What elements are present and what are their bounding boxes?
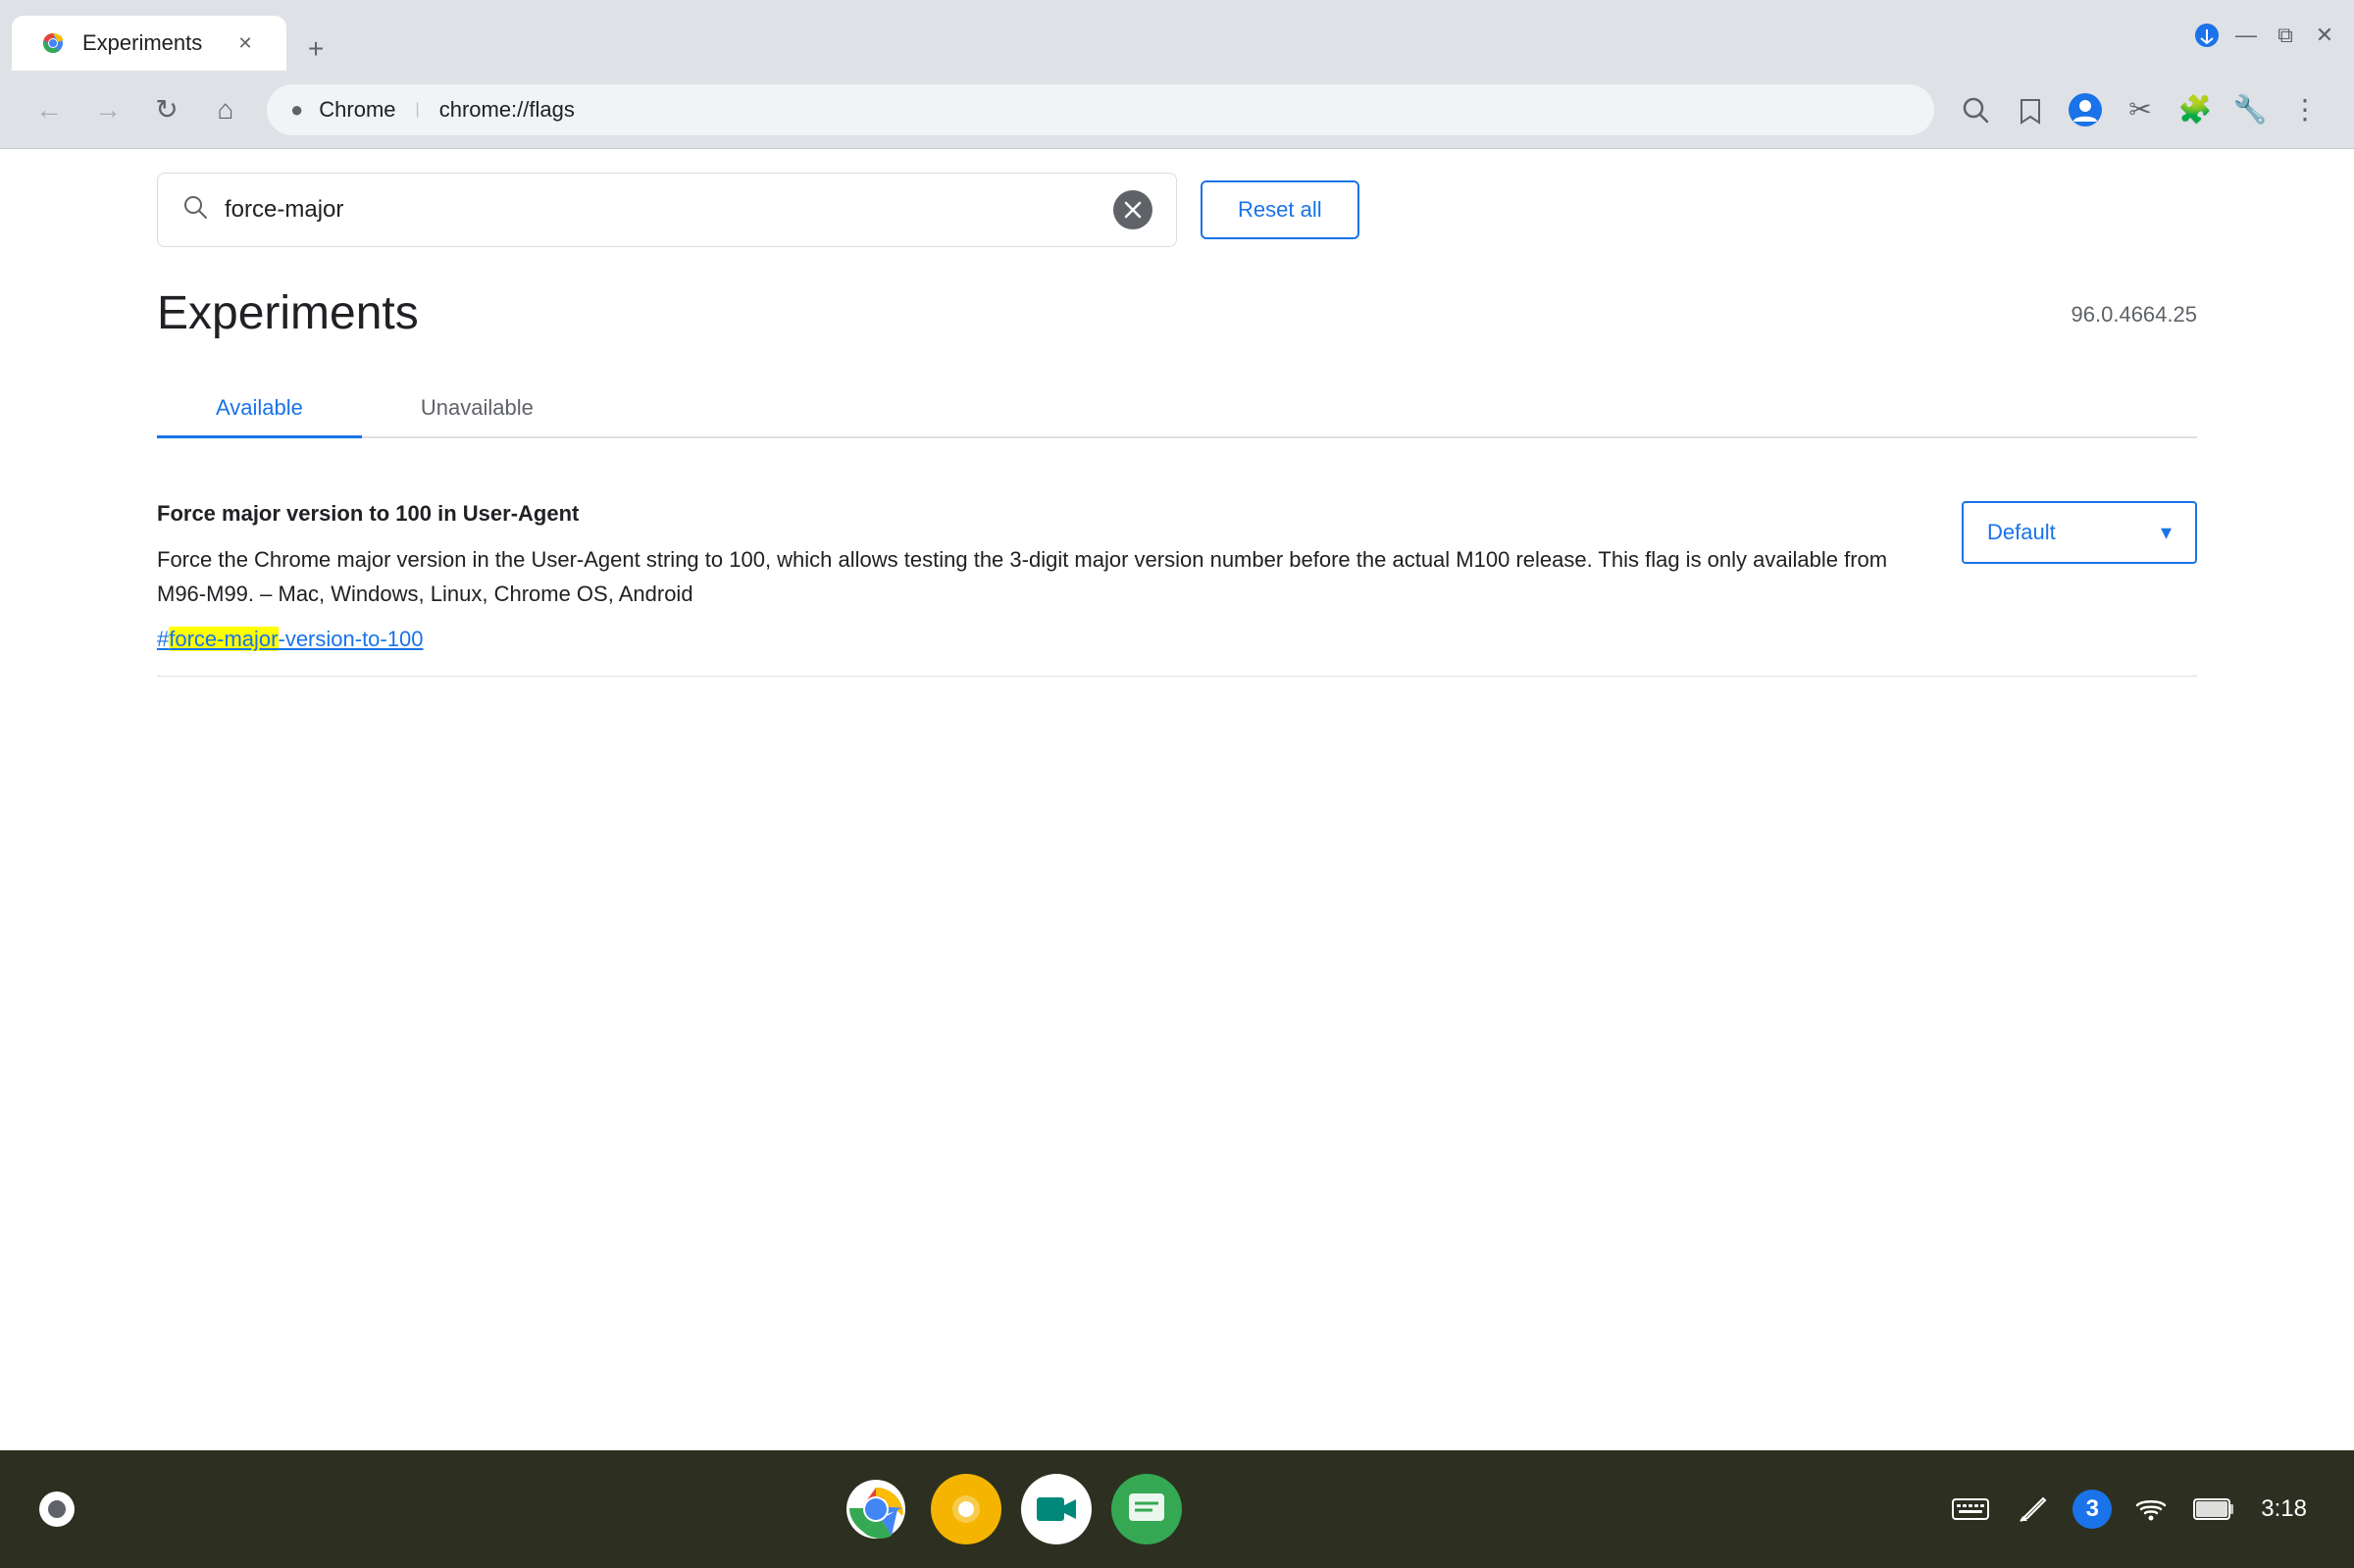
search-icon (181, 193, 209, 228)
reload-button[interactable]: ↻ (141, 84, 192, 135)
tab-available[interactable]: Available (157, 379, 362, 436)
tab-title: Experiments (82, 30, 216, 56)
search-input[interactable] (225, 196, 1098, 224)
more-menu-button[interactable]: ⋮ (2279, 84, 2330, 135)
badge-3: 3 (2073, 1490, 2112, 1529)
secure-icon: ● (290, 97, 303, 123)
taskbar-time: 3:18 (2253, 1486, 2315, 1533)
address-url: chrome://flags (439, 97, 575, 123)
nav-icons: ✂ 🧩 🔧 ⋮ (1950, 84, 2330, 135)
flag-list: Force major version to 100 in User-Agent… (0, 438, 2354, 716)
maximize-button[interactable]: ⧉ (2268, 18, 2303, 53)
navigation-bar: ← → ↻ ⌂ ● Chrome | chrome://flags (0, 71, 2354, 149)
tab-favicon (39, 29, 67, 57)
flag-link-suffix: -version-to-100 (279, 627, 424, 651)
flag-item: Force major version to 100 in User-Agent… (157, 478, 2197, 677)
home-button[interactable]: ⌂ (200, 84, 251, 135)
window-controls: — ⧉ ✕ (2189, 18, 2342, 53)
experiments-title: Experiments (157, 286, 419, 340)
flag-dropdown-value: Default (1987, 520, 2056, 545)
tab-close-button[interactable]: ✕ (231, 29, 259, 57)
search-icon[interactable] (1950, 84, 2001, 135)
new-tab-button[interactable]: + (294, 27, 337, 71)
flag-dropdown[interactable]: Default ▾ (1962, 501, 2197, 564)
forward-button: → (82, 84, 133, 135)
search-box[interactable] (157, 173, 1177, 247)
flags-search-bar: Reset all (0, 149, 2354, 247)
scissors-icon[interactable]: ✂ (2115, 84, 2166, 135)
tab-unavailable[interactable]: Unavailable (362, 379, 592, 436)
keyboard-icon[interactable] (1947, 1486, 1994, 1533)
flag-link[interactable]: #force-major-version-to-100 (157, 627, 1922, 652)
flag-description: Force the Chrome major version in the Us… (157, 542, 1922, 611)
download-indicator[interactable] (2189, 18, 2225, 53)
active-tab[interactable]: Experiments ✕ (12, 16, 286, 71)
taskbar-dot (39, 1492, 75, 1527)
tabs-nav: Available Unavailable (157, 379, 2197, 438)
minimize-button[interactable]: — (2228, 18, 2264, 53)
taskbar-left (39, 1492, 75, 1527)
address-separator: | (416, 101, 420, 119)
version-text: 96.0.4664.25 (2072, 302, 2197, 328)
taskbar-right: 3 3:18 (1947, 1486, 2315, 1533)
taskbar-chat-icon[interactable] (1111, 1474, 1182, 1544)
wifi-icon[interactable] (2127, 1486, 2175, 1533)
flag-dropdown-arrow: ▾ (2161, 520, 2172, 545)
page-content: Reset all Experiments 96.0.4664.25 Avail… (0, 149, 2354, 1450)
taskbar-center (75, 1474, 1947, 1544)
flag-info: Force major version to 100 in User-Agent… (157, 501, 1922, 652)
search-clear-button[interactable] (1113, 190, 1152, 229)
taskbar-chrome-icon[interactable] (841, 1474, 911, 1544)
experiments-header: Experiments 96.0.4664.25 (0, 247, 2354, 340)
tabs-container: Available Unavailable (0, 340, 2354, 438)
bookmark-icon[interactable] (2005, 84, 2056, 135)
title-bar: Experiments ✕ + — ⧉ ✕ (0, 0, 2354, 71)
pen-icon[interactable] (2010, 1486, 2057, 1533)
back-button: ← (24, 84, 75, 135)
taskbar-app2-icon[interactable] (931, 1474, 1001, 1544)
taskbar-meet-icon[interactable] (1021, 1474, 1092, 1544)
flag-link-highlight: force-major (169, 627, 278, 651)
battery-icon (2190, 1486, 2237, 1533)
flag-name: Force major version to 100 in User-Agent (157, 501, 1922, 527)
tab-strip: Experiments ✕ + (12, 0, 2189, 71)
clock-display: 3:18 (2261, 1495, 2307, 1523)
flag-link-hash: # (157, 627, 169, 651)
profile-button[interactable] (2060, 84, 2111, 135)
reset-all-button[interactable]: Reset all (1201, 180, 1359, 239)
extension2-icon[interactable]: 🔧 (2225, 84, 2276, 135)
address-brand: Chrome (319, 97, 395, 123)
close-button[interactable]: ✕ (2307, 18, 2342, 53)
address-bar[interactable]: ● Chrome | chrome://flags (267, 84, 1934, 135)
puzzle-icon[interactable]: 🧩 (2170, 84, 2221, 135)
taskbar: 3 3:18 (0, 1450, 2354, 1568)
